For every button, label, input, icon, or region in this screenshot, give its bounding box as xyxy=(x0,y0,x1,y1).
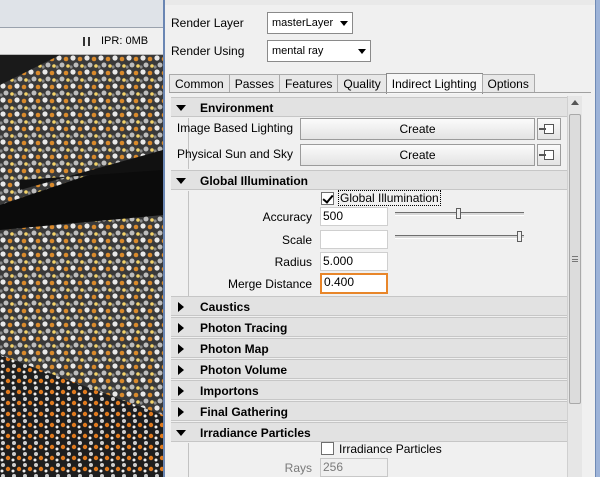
tab-options[interactable]: Options xyxy=(481,74,535,93)
panel-scrollbar[interactable] xyxy=(567,96,582,477)
chevron-down-icon xyxy=(340,21,348,26)
settings-tabs: Common Passes Features Quality Indirect … xyxy=(169,73,535,94)
irradiance-particles-checkbox[interactable] xyxy=(321,442,334,455)
pause-ipr-icon[interactable] xyxy=(83,37,90,46)
render-using-value: mental ray xyxy=(272,45,324,57)
rendered-image-canvas xyxy=(0,55,163,477)
tab-divider xyxy=(169,92,591,93)
section-title: Caustics xyxy=(200,300,251,314)
scale-color-swatch[interactable] xyxy=(320,230,388,249)
menu-bar xyxy=(165,0,600,5)
expand-right-icon xyxy=(178,365,184,375)
expand-right-icon xyxy=(178,407,184,417)
scale-label: Scale xyxy=(281,233,312,247)
section-title: Importons xyxy=(200,384,259,398)
image-based-lighting-label: Image Based Lighting xyxy=(176,121,293,135)
expand-right-icon xyxy=(178,302,184,312)
global-illumination-checkbox[interactable] xyxy=(321,192,334,205)
scrollbar-thumb[interactable] xyxy=(569,114,581,404)
scroll-up-arrow-icon[interactable] xyxy=(571,100,579,105)
indirect-lighting-panel: Environment Image Based Lighting Create … xyxy=(171,96,567,477)
render-layer-row: Render Layer masterLayer xyxy=(171,12,353,34)
render-view-toolbar: IPR: 0MB xyxy=(0,28,163,55)
section-indent-line xyxy=(188,191,189,296)
expand-right-icon xyxy=(178,323,184,333)
expand-right-icon xyxy=(178,386,184,396)
tab-features[interactable]: Features xyxy=(279,74,339,93)
expand-down-icon xyxy=(176,105,186,111)
section-title: Photon Tracing xyxy=(200,321,288,335)
scale-slider-thumb[interactable] xyxy=(517,231,522,242)
map-connection-icon xyxy=(539,150,554,160)
chevron-down-icon xyxy=(358,49,366,54)
tab-indirect-lighting[interactable]: Indirect Lighting xyxy=(385,73,483,94)
expand-down-icon xyxy=(176,430,186,436)
render-view-titlebar xyxy=(0,0,163,28)
ipr-memory-status: IPR: 0MB xyxy=(101,35,149,47)
physical-sun-label: Physical Sun and Sky xyxy=(176,147,293,161)
irradiance-particles-checkbox-label[interactable]: Irradiance Particles xyxy=(339,442,442,456)
section-title: Irradiance Particles xyxy=(200,426,311,440)
section-global-illumination[interactable]: Global Illumination xyxy=(171,170,567,190)
section-final-gathering[interactable]: Final Gathering xyxy=(171,401,567,421)
radius-field[interactable]: 5.000 xyxy=(320,252,388,271)
merge-distance-field[interactable]: 0.400 xyxy=(320,273,388,294)
render-layer-label: Render Layer xyxy=(171,16,244,30)
merge-distance-label: Merge Distance xyxy=(227,277,312,291)
section-photon-volume[interactable]: Photon Volume xyxy=(171,359,567,379)
rendered-image xyxy=(0,55,163,477)
section-photon-tracing[interactable]: Photon Tracing xyxy=(171,317,567,337)
physical-sun-map-button[interactable] xyxy=(537,144,561,166)
section-irradiance-particles[interactable]: Irradiance Particles xyxy=(171,422,567,442)
section-photon-map[interactable]: Photon Map xyxy=(171,338,567,358)
section-environment[interactable]: Environment xyxy=(171,97,567,117)
map-connection-icon xyxy=(539,124,554,134)
section-caustics[interactable]: Caustics xyxy=(171,296,567,316)
render-using-row: Render Using mental ray xyxy=(171,40,371,62)
rays-field[interactable]: 256 xyxy=(320,458,388,477)
section-indent-line xyxy=(188,443,189,477)
accuracy-slider-thumb[interactable] xyxy=(456,208,461,219)
section-title: Photon Volume xyxy=(200,363,288,377)
tab-common[interactable]: Common xyxy=(169,74,230,93)
window-frame-edge xyxy=(595,0,600,477)
render-settings-window: Render Layer masterLayer Render Using me… xyxy=(163,0,600,477)
tab-passes[interactable]: Passes xyxy=(228,74,281,93)
section-title: Global Illumination xyxy=(200,174,308,188)
accuracy-slider[interactable] xyxy=(395,208,524,219)
section-title: Environment xyxy=(200,101,274,115)
tab-quality[interactable]: Quality xyxy=(337,74,387,93)
global-illumination-checkbox-label[interactable]: Global Illumination xyxy=(338,190,441,206)
scale-slider[interactable] xyxy=(395,231,524,242)
render-using-label: Render Using xyxy=(171,44,245,58)
section-title: Photon Map xyxy=(200,342,269,356)
render-layer-dropdown[interactable]: masterLayer xyxy=(267,12,353,34)
image-based-lighting-map-button[interactable] xyxy=(537,118,561,140)
accuracy-field[interactable]: 500 xyxy=(320,207,388,226)
radius-label: Radius xyxy=(274,255,312,269)
expand-right-icon xyxy=(178,344,184,354)
expand-down-icon xyxy=(176,178,186,184)
section-title: Final Gathering xyxy=(200,405,289,419)
image-based-lighting-create-button[interactable]: Create xyxy=(300,118,535,140)
accuracy-label: Accuracy xyxy=(262,210,312,224)
render-using-dropdown[interactable]: mental ray xyxy=(267,40,371,62)
rays-label: Rays xyxy=(284,461,312,475)
physical-sun-create-button[interactable]: Create xyxy=(300,144,535,166)
section-importons[interactable]: Importons xyxy=(171,380,567,400)
grip-icon xyxy=(572,256,578,262)
render-layer-value: masterLayer xyxy=(272,17,334,29)
render-view-window: IPR: 0MB xyxy=(0,0,163,477)
